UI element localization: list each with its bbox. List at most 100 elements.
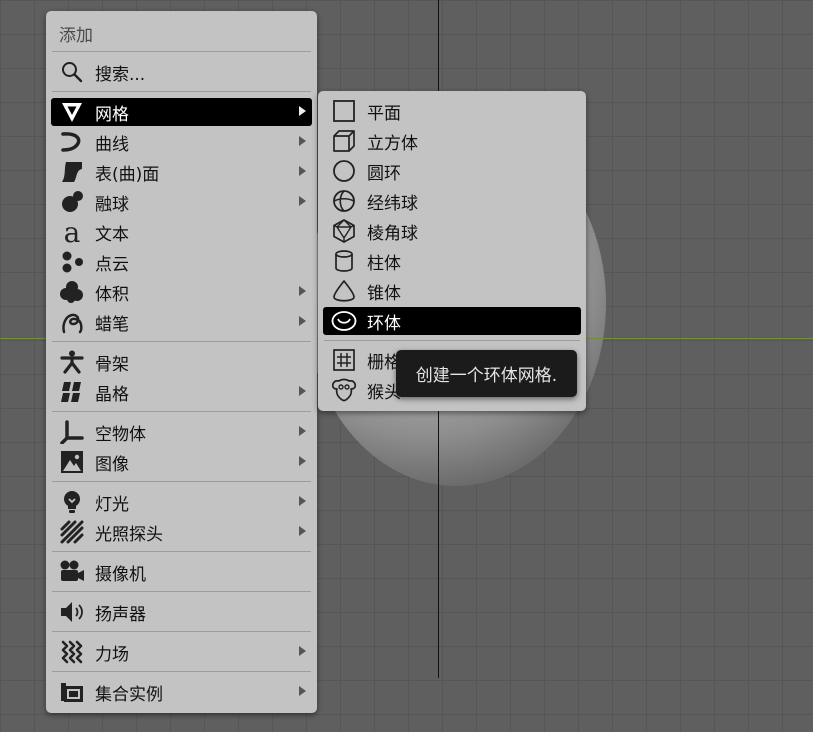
menu-item-label: 融球 <box>95 194 129 215</box>
submenu-arrow-icon <box>299 316 306 326</box>
camera-icon <box>59 559 85 585</box>
submenu-item-cone[interactable]: 锥体 <box>323 277 581 305</box>
menu-item-force-field[interactable]: 力场 <box>51 638 312 666</box>
submenu-item-cube[interactable]: 立方体 <box>323 127 581 155</box>
menu-item-label: 搜索... <box>95 64 146 85</box>
submenu-item-label: 锥体 <box>367 283 401 304</box>
separator <box>52 671 311 672</box>
plane-icon <box>331 98 357 124</box>
collection-instance-icon <box>59 679 85 705</box>
torus-icon <box>331 308 357 334</box>
submenu-item-label: 柱体 <box>367 253 401 274</box>
submenu-item-ico-sphere[interactable]: 棱角球 <box>323 217 581 245</box>
menu-item-label: 灯光 <box>95 494 129 515</box>
light-probe-icon <box>59 519 85 545</box>
point-cloud-icon <box>59 249 85 275</box>
submenu-item-label: 立方体 <box>367 133 418 154</box>
submenu-item-torus[interactable]: 环体 <box>323 307 581 335</box>
menu-item-collection-instance[interactable]: 集合实例 <box>51 678 312 706</box>
image-icon <box>59 449 85 475</box>
menu-item-mesh[interactable]: 网格 <box>51 98 312 126</box>
menu-item-image[interactable]: 图像 <box>51 448 312 476</box>
cylinder-icon <box>331 248 357 274</box>
menu-item-search[interactable]: 搜索... <box>51 58 312 86</box>
submenu-item-plane[interactable]: 平面 <box>323 97 581 125</box>
submenu-arrow-icon <box>299 526 306 536</box>
menu-item-empty[interactable]: 空物体 <box>51 418 312 446</box>
menu-item-label: 点云 <box>95 254 129 275</box>
menu-item-surface[interactable]: 表(曲)面 <box>51 158 312 186</box>
menu-item-label: 摄像机 <box>95 564 146 585</box>
submenu-item-label: 棱角球 <box>367 223 418 244</box>
grid-icon <box>331 347 357 373</box>
submenu-item-label: 圆环 <box>367 163 401 184</box>
light-icon <box>59 489 85 515</box>
menu-item-light-probe[interactable]: 光照探头 <box>51 518 312 546</box>
separator <box>52 341 311 342</box>
submenu-arrow-icon <box>299 196 306 206</box>
submenu-arrow-icon <box>299 456 306 466</box>
menu-item-volume[interactable]: 体积 <box>51 278 312 306</box>
submenu-arrow-icon <box>299 166 306 176</box>
menu-item-label: 力场 <box>95 644 129 665</box>
grease-pencil-icon <box>59 309 85 335</box>
surface-icon <box>59 159 85 185</box>
menu-item-label: 文本 <box>95 224 129 245</box>
separator <box>52 591 311 592</box>
menu-item-label: 光照探头 <box>95 524 163 545</box>
speaker-icon <box>59 599 85 625</box>
circle-icon <box>331 158 357 184</box>
menu-item-lattice[interactable]: 晶格 <box>51 378 312 406</box>
menu-item-grease-pencil[interactable]: 蜡笔 <box>51 308 312 336</box>
lattice-icon <box>59 379 85 405</box>
submenu-item-label: 经纬球 <box>367 193 418 214</box>
separator <box>52 481 311 482</box>
search-icon <box>59 59 85 85</box>
submenu-arrow-icon <box>299 686 306 696</box>
menu-item-label: 晶格 <box>95 384 129 405</box>
svg-text:a: a <box>64 219 81 245</box>
armature-icon <box>59 349 85 375</box>
tooltip-text: 创建一个环体网格. <box>415 366 558 386</box>
menu-item-label: 集合实例 <box>95 684 163 705</box>
menu-item-armature[interactable]: 骨架 <box>51 348 312 376</box>
menu-item-camera[interactable]: 摄像机 <box>51 558 312 586</box>
submenu-arrow-icon <box>299 106 306 116</box>
menu-item-curve[interactable]: 曲线 <box>51 128 312 156</box>
menu-item-label: 体积 <box>95 284 129 305</box>
separator <box>324 340 580 341</box>
separator <box>52 631 311 632</box>
submenu-item-uv-sphere[interactable]: 经纬球 <box>323 187 581 215</box>
separator <box>52 91 311 92</box>
submenu-item-label: 平面 <box>367 103 401 124</box>
separator <box>52 551 311 552</box>
text-icon: a <box>59 219 85 245</box>
curve-icon <box>59 129 85 155</box>
menu-item-metaball[interactable]: 融球 <box>51 188 312 216</box>
menu-item-label: 扬声器 <box>95 604 146 625</box>
menu-item-label: 骨架 <box>95 354 129 375</box>
submenu-arrow-icon <box>299 136 306 146</box>
add-menu: 添加 搜索... 网格 曲线 表(曲)面 融球 a 文本 点云 体积 蜡笔 骨架… <box>46 11 317 713</box>
force-field-icon <box>59 639 85 665</box>
menu-item-text[interactable]: a 文本 <box>51 218 312 246</box>
submenu-item-cylinder[interactable]: 柱体 <box>323 247 581 275</box>
metaball-icon <box>59 189 85 215</box>
menu-item-label: 空物体 <box>95 424 146 445</box>
separator <box>52 411 311 412</box>
menu-item-light[interactable]: 灯光 <box>51 488 312 516</box>
menu-item-label: 网格 <box>95 104 129 125</box>
menu-item-speaker[interactable]: 扬声器 <box>51 598 312 626</box>
submenu-arrow-icon <box>299 426 306 436</box>
menu-item-point-cloud[interactable]: 点云 <box>51 248 312 276</box>
submenu-item-label: 环体 <box>367 313 401 334</box>
submenu-arrow-icon <box>299 646 306 656</box>
submenu-item-circle[interactable]: 圆环 <box>323 157 581 185</box>
volume-icon <box>59 279 85 305</box>
tooltip: 创建一个环体网格. <box>396 350 577 397</box>
submenu-arrow-icon <box>299 496 306 506</box>
cube-icon <box>331 128 357 154</box>
empty-icon <box>59 419 85 445</box>
menu-item-label: 曲线 <box>95 134 129 155</box>
ico-sphere-icon <box>331 218 357 244</box>
